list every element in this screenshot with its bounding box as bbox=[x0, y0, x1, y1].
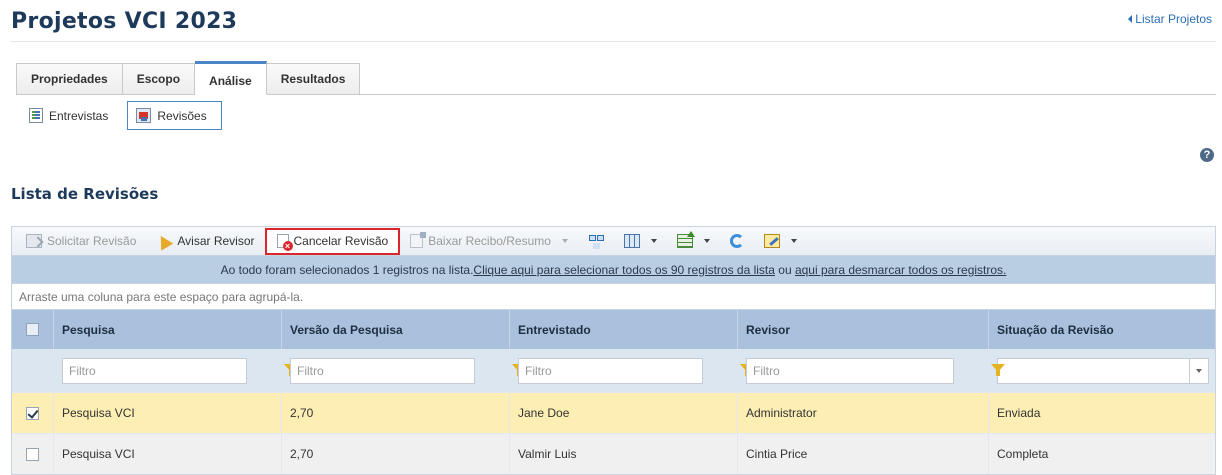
filter-spacer bbox=[12, 349, 54, 392]
selection-info-bar: Ao todo foram selecionados 1 registros n… bbox=[12, 256, 1215, 284]
megaphone-icon bbox=[156, 234, 172, 248]
grid-header-row: Pesquisa Versão da Pesquisa Entrevistado… bbox=[12, 310, 1215, 349]
row-select-cell bbox=[12, 434, 54, 474]
select-all-link[interactable]: Clique aqui para selecionar todos os 90 … bbox=[473, 263, 775, 277]
select-all-cell bbox=[12, 310, 54, 349]
column-header-review-status[interactable]: Situação da Revisão bbox=[989, 310, 1217, 349]
columns-icon bbox=[623, 234, 640, 248]
cell-survey-version: 2,70 bbox=[282, 434, 510, 474]
row-checkbox[interactable] bbox=[26, 447, 39, 461]
hierarchy-icon bbox=[588, 234, 604, 248]
group-by-area[interactable]: Arraste uma coluna para este espaço para… bbox=[12, 284, 1215, 310]
subtab-interviews-label: Entrevistas bbox=[49, 108, 109, 123]
column-header-survey-version[interactable]: Versão da Pesquisa bbox=[282, 310, 510, 349]
subtabs: Entrevistas Revisões bbox=[20, 101, 222, 130]
filter-version-input[interactable] bbox=[291, 358, 474, 383]
cell-interviewee: Jane Doe bbox=[510, 393, 738, 433]
filter-cell-interviewee bbox=[510, 349, 754, 392]
section-title: Lista de Revisões bbox=[11, 185, 159, 203]
list-projects-link[interactable]: Listar Projetos bbox=[1128, 12, 1212, 26]
filter-reviewer-input[interactable] bbox=[747, 358, 953, 383]
column-header-survey[interactable]: Pesquisa bbox=[54, 310, 282, 349]
filter-cell-status bbox=[989, 349, 1217, 392]
column-header-interviewee[interactable]: Entrevistado bbox=[510, 310, 738, 349]
cell-survey-version: 2,70 bbox=[282, 393, 510, 433]
cancel-document-icon bbox=[276, 234, 293, 251]
cell-interviewee: Valmir Luis bbox=[510, 434, 738, 474]
chevron-down-icon bbox=[703, 239, 710, 243]
selection-info-text: Ao todo foram selecionados 1 registros n… bbox=[220, 262, 474, 277]
send-icon bbox=[26, 234, 42, 248]
row-checkbox[interactable] bbox=[26, 406, 39, 420]
filter-icon[interactable] bbox=[991, 363, 1005, 376]
columns-button[interactable] bbox=[614, 228, 667, 255]
title-divider bbox=[11, 41, 1216, 42]
edit-icon bbox=[763, 234, 780, 248]
help-icon[interactable]: ? bbox=[1200, 148, 1214, 162]
cell-review-status: Enviada bbox=[997, 406, 1041, 420]
caret-left-icon bbox=[1128, 15, 1133, 23]
subtab-reviews-label: Revisões bbox=[157, 108, 207, 123]
cell-reviewer: Cintia Price bbox=[738, 434, 989, 474]
filter-cell-version bbox=[282, 349, 526, 392]
grid-filter-row bbox=[12, 349, 1215, 392]
request-review-label: Solicitar Revisão bbox=[47, 234, 137, 248]
dropdown-button[interactable] bbox=[1189, 358, 1208, 383]
main-tabs: Propriedades Escopo Análise Resultados bbox=[16, 61, 361, 95]
filter-status-select[interactable] bbox=[997, 357, 1209, 384]
filter-survey-input[interactable] bbox=[63, 358, 246, 383]
cancel-review-label: Cancelar Revisão bbox=[293, 234, 389, 248]
subtab-interviews[interactable]: Entrevistas bbox=[20, 101, 123, 130]
refresh-icon bbox=[729, 234, 744, 248]
page-title: Projetos VCI 2023 bbox=[11, 9, 238, 34]
chevron-down-icon bbox=[561, 239, 568, 243]
selection-info-middle: ou bbox=[774, 262, 795, 277]
filter-cell-survey bbox=[54, 349, 298, 392]
reviews-grid: Solicitar Revisão Avisar Revisor Cancela… bbox=[11, 226, 1216, 475]
select-all-checkbox[interactable] bbox=[26, 323, 39, 336]
download-document-icon bbox=[410, 232, 427, 248]
chevron-down-icon bbox=[1196, 368, 1202, 373]
cell-review-status: Completa bbox=[997, 447, 1049, 461]
chevron-down-icon bbox=[650, 239, 657, 243]
grid-toolbar: Solicitar Revisão Avisar Revisor Cancela… bbox=[12, 227, 1215, 256]
tab-results[interactable]: Resultados bbox=[266, 63, 361, 95]
download-receipt-label: Baixar Recibo/Resumo bbox=[428, 234, 551, 248]
cancel-review-button[interactable]: Cancelar Revisão bbox=[264, 227, 401, 255]
chevron-down-icon bbox=[790, 239, 797, 243]
spreadsheet-icon bbox=[29, 108, 43, 123]
tab-properties[interactable]: Propriedades bbox=[16, 63, 123, 95]
deselect-all-link[interactable]: aqui para desmarcar todos os registros. bbox=[795, 263, 1006, 277]
tab-scope[interactable]: Escopo bbox=[122, 63, 196, 95]
cell-reviewer: Administrator bbox=[738, 393, 989, 433]
table-row[interactable]: Pesquisa VCI 2,70 Jane Doe Administrator… bbox=[12, 392, 1215, 433]
row-select-cell bbox=[12, 393, 54, 433]
download-receipt-button[interactable]: Baixar Recibo/Resumo bbox=[400, 228, 578, 255]
filter-interviewee-input[interactable] bbox=[519, 358, 702, 383]
subtab-reviews[interactable]: Revisões bbox=[127, 101, 222, 130]
export-icon bbox=[676, 231, 695, 248]
notify-reviewer-label: Avisar Revisor bbox=[177, 234, 255, 248]
refresh-button[interactable] bbox=[720, 228, 754, 255]
export-button[interactable] bbox=[667, 228, 720, 255]
edit-button[interactable] bbox=[754, 228, 807, 255]
table-row[interactable]: Pesquisa VCI 2,70 Valmir Luis Cintia Pri… bbox=[12, 433, 1215, 474]
request-review-button[interactable]: Solicitar Revisão bbox=[16, 228, 146, 255]
hierarchy-button[interactable] bbox=[578, 228, 614, 255]
column-header-reviewer[interactable]: Revisor bbox=[738, 310, 989, 349]
notify-reviewer-button[interactable]: Avisar Revisor bbox=[146, 228, 264, 255]
review-icon bbox=[136, 108, 152, 123]
tab-analysis[interactable]: Análise bbox=[195, 61, 267, 95]
cell-survey: Pesquisa VCI bbox=[54, 393, 282, 433]
cell-survey: Pesquisa VCI bbox=[54, 434, 282, 474]
list-projects-label: Listar Projetos bbox=[1135, 12, 1212, 26]
filter-cell-reviewer bbox=[738, 349, 1005, 392]
